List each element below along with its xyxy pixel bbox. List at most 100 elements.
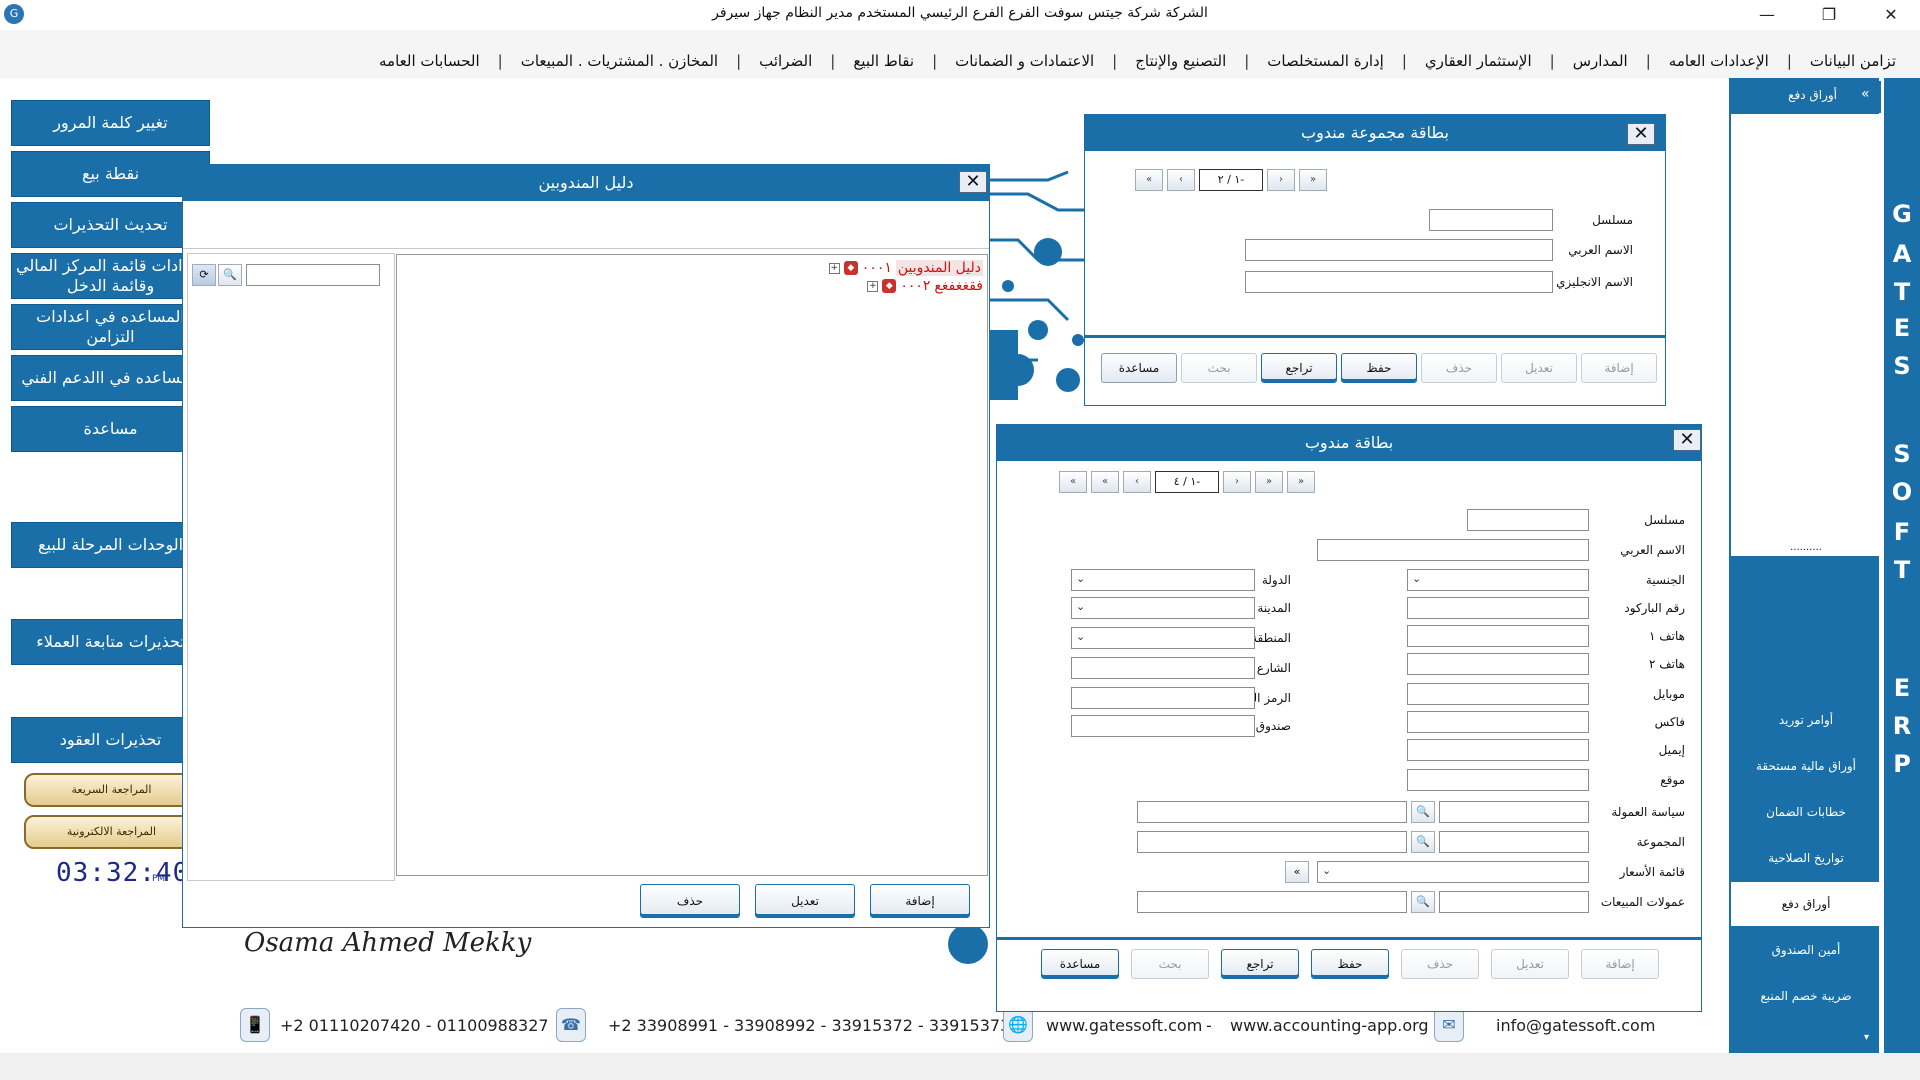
website-field[interactable] xyxy=(1407,769,1589,791)
collapse-panel-icon[interactable]: « xyxy=(1861,86,1870,102)
scroll-down-icon[interactable]: ▾ xyxy=(1864,1032,1869,1043)
search-button[interactable]: بحث xyxy=(1131,949,1209,979)
save-button[interactable]: حفظ xyxy=(1341,353,1417,383)
add-button[interactable]: إضافة xyxy=(870,884,970,918)
contract-warnings-button[interactable]: تحذيرات العقود xyxy=(11,717,210,763)
restore-button[interactable]: ❐ xyxy=(1806,2,1852,28)
price-list-button[interactable]: « xyxy=(1285,861,1309,883)
sidebar-item-payment-papers[interactable]: أوراق دفع xyxy=(1731,882,1881,926)
search-icon[interactable]: 🔍 xyxy=(1411,801,1435,823)
menu-item[interactable]: الإستثمار العقاري xyxy=(1419,52,1538,72)
edit-button[interactable]: تعديل xyxy=(1491,949,1569,979)
menu-item[interactable]: المخازن . المشتريات . المبيعات xyxy=(515,52,724,72)
units-for-sale-button[interactable]: الوحدات المرحلة للبيع xyxy=(11,522,210,568)
first-record-button[interactable]: » xyxy=(1299,169,1327,191)
tree-item[interactable]: + ◆ ٠٠٠٢ فقغغفغع xyxy=(867,277,983,295)
search-icon[interactable]: 🔍 xyxy=(1411,891,1435,913)
close-dialog-button[interactable]: ✕ xyxy=(1627,123,1655,145)
postal-code-field[interactable] xyxy=(1071,687,1255,709)
search-icon[interactable]: 🔍 xyxy=(218,264,242,286)
menu-item[interactable]: الحسابات العامه xyxy=(373,52,486,72)
mobile-field[interactable] xyxy=(1407,683,1589,705)
help-button[interactable]: مساعدة xyxy=(11,406,210,452)
menu-item[interactable]: إدارة المستخلصات xyxy=(1261,52,1390,72)
sidebar-item-cashier[interactable]: أمين الصندوق xyxy=(1731,928,1881,972)
arabic-name-field[interactable] xyxy=(1317,539,1589,561)
last-record-button[interactable]: « xyxy=(1135,169,1163,191)
jump-forward-button[interactable]: « xyxy=(1091,471,1119,493)
tree-item[interactable]: + ◆ ٠٠٠١ دليل المندوبين xyxy=(828,259,983,277)
search-input[interactable] xyxy=(246,264,380,286)
sync-settings-help-button[interactable]: المساعده في اعدادات التزامن xyxy=(11,304,210,350)
sidebar-item-expiry-dates[interactable]: تواريخ الصلاحية xyxy=(1731,836,1881,880)
close-window-button[interactable]: ✕ xyxy=(1868,2,1914,28)
po-box-field[interactable] xyxy=(1071,715,1255,737)
add-button[interactable]: إضافة xyxy=(1581,949,1659,979)
search-icon[interactable]: 🔍 xyxy=(1411,831,1435,853)
help-button[interactable]: مساعدة xyxy=(1101,353,1177,383)
menu-item[interactable]: الضرائب xyxy=(753,52,818,72)
next-record-button[interactable]: ‹ xyxy=(1123,471,1151,493)
menu-item[interactable]: المدارس xyxy=(1567,52,1634,72)
electronic-review-button[interactable]: المراجعة الالكترونية xyxy=(24,815,199,849)
fax-field[interactable] xyxy=(1407,711,1589,733)
change-password-button[interactable]: تغيير كلمة المرور xyxy=(11,100,210,146)
email-link[interactable]: info@gatessoft.com xyxy=(1496,1016,1655,1035)
sidebar-item-guarantee-letters[interactable]: خطابات الضمان xyxy=(1731,790,1881,834)
expand-icon[interactable]: + xyxy=(828,262,840,274)
city-select[interactable]: ⌄ xyxy=(1071,597,1255,619)
expand-icon[interactable]: + xyxy=(867,280,879,292)
website-link-2[interactable]: www.accounting-app.org xyxy=(1230,1016,1429,1035)
delete-button[interactable]: حذف xyxy=(1401,949,1479,979)
menu-item[interactable]: الإعدادات العامه xyxy=(1663,52,1775,72)
delete-button[interactable]: حذف xyxy=(640,884,740,918)
sidebar-item-withholding-tax[interactable]: ضريبة خصم المنبع xyxy=(1731,974,1881,1018)
nationality-select[interactable]: ⌄ xyxy=(1407,569,1589,591)
jump-back-button[interactable]: » xyxy=(1255,471,1283,493)
customer-warnings-button[interactable]: تحذيرات متابعة العملاء xyxy=(11,619,210,665)
save-button[interactable]: حفظ xyxy=(1311,949,1389,979)
menu-item[interactable]: الاعتمادات و الضمانات xyxy=(949,52,1100,72)
sidebar-item-due-papers[interactable]: أوراق مالية مستحقة xyxy=(1731,744,1881,788)
barcode-field[interactable] xyxy=(1407,597,1589,619)
search-button[interactable]: بحث xyxy=(1181,353,1257,383)
phone1-field[interactable] xyxy=(1407,625,1589,647)
prev-record-button[interactable]: › xyxy=(1267,169,1295,191)
website-link[interactable]: www.gatessoft.com xyxy=(1046,1016,1202,1035)
english-name-field[interactable] xyxy=(1245,271,1553,293)
refresh-warnings-button[interactable]: تحديث التحذيرات xyxy=(11,202,210,248)
last-record-button[interactable]: « xyxy=(1059,471,1087,493)
edit-button[interactable]: تعديل xyxy=(1501,353,1577,383)
help-button[interactable]: مساعدة xyxy=(1041,949,1119,979)
menu-item[interactable]: التصنيع والإنتاج xyxy=(1129,52,1232,72)
undo-button[interactable]: تراجع xyxy=(1261,353,1337,383)
price-list-select[interactable]: ⌄ xyxy=(1317,861,1589,883)
next-record-button[interactable]: ‹ xyxy=(1167,169,1195,191)
arabic-name-field[interactable] xyxy=(1245,239,1553,261)
close-dialog-button[interactable]: ✕ xyxy=(1673,429,1701,451)
financial-statements-settings-button[interactable]: اعدادات قائمة المركز المالي وقائمة الدخل xyxy=(11,253,210,299)
minimize-button[interactable]: — xyxy=(1744,2,1790,28)
tech-support-help-button[interactable]: المساعده في االدعم الفني xyxy=(11,355,210,401)
quick-review-button[interactable]: المراجعة السريعة xyxy=(24,773,199,807)
pos-button[interactable]: نقطة بيع xyxy=(11,151,210,197)
menu-item[interactable]: نقاط البيع xyxy=(847,52,920,72)
sales-commission-code[interactable] xyxy=(1439,891,1589,913)
email-field[interactable] xyxy=(1407,739,1589,761)
street-field[interactable] xyxy=(1071,657,1255,679)
edit-button[interactable]: تعديل xyxy=(755,884,855,918)
serial-field[interactable] xyxy=(1467,509,1589,531)
commission-policy-code[interactable] xyxy=(1439,801,1589,823)
delete-button[interactable]: حذف xyxy=(1421,353,1497,383)
first-record-button[interactable]: » xyxy=(1287,471,1315,493)
refresh-icon[interactable]: ⟳ xyxy=(192,264,216,286)
close-dialog-button[interactable]: ✕ xyxy=(959,171,987,193)
country-select[interactable]: ⌄ xyxy=(1071,569,1255,591)
phone2-field[interactable] xyxy=(1407,653,1589,675)
prev-record-button[interactable]: › xyxy=(1223,471,1251,493)
serial-field[interactable] xyxy=(1429,209,1553,231)
area-select[interactable]: ⌄ xyxy=(1071,627,1255,649)
add-button[interactable]: إضافة xyxy=(1581,353,1657,383)
undo-button[interactable]: تراجع xyxy=(1221,949,1299,979)
menu-item[interactable]: تزامن البيانات xyxy=(1804,52,1902,72)
